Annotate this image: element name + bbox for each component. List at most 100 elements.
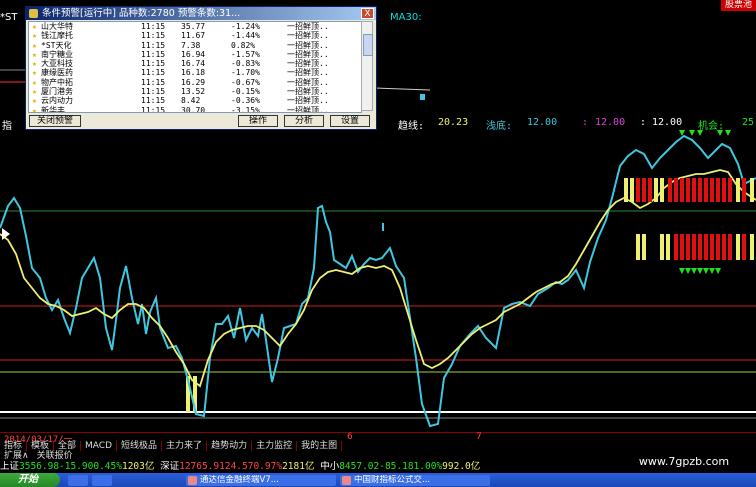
alert-list-scrollbar[interactable]: [361, 21, 373, 111]
alert-price: 30.70: [181, 105, 206, 113]
alert-time: 11:15: [141, 77, 166, 87]
alert-pct: -0.83%: [231, 59, 260, 69]
analyze-button[interactable]: 分析: [284, 115, 324, 127]
bottom-signal-bar: [704, 234, 708, 260]
quicklaunch-ie-icon[interactable]: [68, 475, 88, 486]
alert-name: 新华丰: [41, 105, 65, 113]
indicator-tab[interactable]: 主力监控: [252, 441, 298, 451]
bottom-signal-bar: [728, 234, 732, 260]
alert-note: 一招鲜顶..: [287, 96, 329, 106]
alert-note: 一招鲜顶..: [287, 22, 329, 31]
top-signal-bar: [698, 178, 702, 202]
indicator-tab[interactable]: MACD: [81, 441, 118, 451]
extension-tab[interactable]: 扩展∧: [0, 451, 33, 461]
indicator-tab[interactable]: 全部: [54, 441, 82, 451]
alert-row[interactable]: ★ 厦门港务 11:15 13.52 -0.15% 一招鲜顶..: [29, 87, 361, 96]
settings-button[interactable]: 设置: [330, 115, 370, 127]
top-signal-bar: [674, 178, 678, 202]
bottom-signal-bar: [736, 234, 740, 260]
quicklaunch-app-icon[interactable]: [92, 475, 112, 486]
start-button[interactable]: 开始: [0, 473, 60, 487]
alert-row[interactable]: ★ 云内动力 11:15 8.42 -0.36% 一招鲜顶..: [29, 96, 361, 105]
bottom-signal-bar: [722, 234, 726, 260]
alert-time: 11:15: [141, 31, 166, 41]
alert-price: 16.94: [181, 49, 206, 59]
indicator-tab[interactable]: 短线极品: [117, 441, 163, 451]
star-icon: ★: [32, 68, 37, 78]
alert-price: 16.18: [181, 68, 206, 78]
indicator-tab[interactable]: 指标: [0, 441, 28, 451]
bottom-signal-bar: [666, 234, 670, 260]
yellow-indicator-line: [0, 169, 756, 388]
star-icon: ★: [32, 22, 37, 31]
alert-row[interactable]: ★ 南宁糖业 11:15 16.94 -1.57% 一招鲜顶..: [29, 50, 361, 59]
buy-arrow-icon: [697, 130, 703, 136]
top-signal-bar: [750, 178, 754, 202]
alert-row[interactable]: ★ 康缘医药 11:15 16.18 -1.70% 一招鲜顶..: [29, 68, 361, 77]
buy-arrow-icon: [691, 268, 697, 274]
trend-value: 20.23: [438, 117, 469, 128]
indicator-tab[interactable]: 主力来了: [162, 441, 208, 451]
alert-time: 11:15: [141, 105, 166, 113]
top-signal-bar: [668, 178, 672, 202]
bottom-signal-bar: [674, 234, 678, 260]
buy-arrow-icon: [715, 268, 721, 274]
indicator-chart[interactable]: [0, 128, 756, 432]
star-icon: ★: [32, 59, 37, 69]
indicator-value-3: 12.00: [652, 117, 683, 128]
alert-time: 11:15: [141, 59, 166, 69]
top-signal-bar: [686, 178, 690, 202]
chance-value: 25: [742, 117, 755, 128]
operate-button[interactable]: 操作: [238, 115, 278, 127]
indicator-tab-bar: 指标 模板 全部 MACD 短线极品 主力来了 趋势动力 主力监控 我的主图: [0, 441, 343, 451]
condition-alert-window[interactable]: 条件预警[运行中] 品种数:2780 预警条数:31... X ★ 山大华特 11:…: [25, 6, 377, 130]
alert-list[interactable]: ★ 山大华特 11:15 35.77 -1.24% 一招鲜顶.. ★ 钱江摩托 11:15 11.…: [28, 21, 362, 113]
alert-time: 11:15: [141, 87, 166, 97]
top-signal-bar: [630, 178, 634, 202]
zx-amount: 992.0亿: [442, 461, 481, 472]
main-chart-candle: [420, 94, 425, 100]
indicator-tab[interactable]: 趋势动力: [207, 441, 253, 451]
alert-note: 一招鲜顶..: [287, 40, 329, 50]
bottom-signal-bar: [642, 234, 646, 260]
close-icon[interactable]: X: [361, 8, 374, 19]
scrollbar-thumb[interactable]: [363, 34, 373, 56]
alert-pct: -1.24%: [231, 22, 260, 31]
alert-name: 厦门港务: [41, 87, 73, 97]
bottom-signal-bar: [680, 234, 684, 260]
alert-name: 康缘医药: [41, 68, 73, 78]
taskbar-item-tdx[interactable]: 通达信金融终端V7...: [186, 475, 336, 486]
stock-pool-button[interactable]: 股票池: [720, 0, 756, 11]
star-icon: ★: [32, 96, 37, 106]
alert-note: 一招鲜顶..: [287, 87, 329, 97]
alert-row[interactable]: ★ 物产中拓 11:15 16.29 -0.67% 一招鲜顶..: [29, 78, 361, 87]
extension-tab[interactable]: 关联报价: [33, 451, 77, 461]
tdx-app-icon: [188, 476, 197, 485]
indicator-tab[interactable]: 我的主图: [297, 441, 343, 451]
alert-price: 13.52: [181, 87, 206, 97]
alert-row[interactable]: ★ 山大华特 11:15 35.77 -1.24% 一招鲜顶..: [29, 22, 361, 31]
index-status-bar: 上证3556.98-15.900.45%1203亿 深证12765.9124.5…: [0, 461, 612, 473]
bottom-signal-bar: [710, 234, 714, 260]
bottom-signal-bar: [636, 234, 640, 260]
alert-price: 7.38: [181, 40, 201, 50]
axis-tick-7: 7: [476, 432, 482, 442]
main-chart-line: [374, 87, 431, 91]
alert-time: 11:15: [141, 49, 166, 59]
axis-tick-6: 6: [347, 432, 353, 442]
alert-row[interactable]: ★ 新华丰 11:15 30.70 -3.15% 一招鲜顶..: [29, 105, 361, 113]
star-icon: ★: [32, 31, 37, 41]
indicator-tab[interactable]: 模板: [27, 441, 55, 451]
buy-arrow-icon: [697, 268, 703, 274]
alert-title-bar[interactable]: 条件预警[运行中] 品种数:2780 预警条数:31...: [26, 7, 376, 20]
top-signal-bar: [680, 178, 684, 202]
top-signal-bar: [642, 178, 646, 202]
buy-arrow-icon: [703, 268, 709, 274]
alert-row[interactable]: ★ 钱江摩托 11:15 11.67 -1.44% 一招鲜顶..: [29, 31, 361, 40]
taskbar-item-formula[interactable]: 中国财指标公式交...: [340, 475, 490, 486]
bottom-signal-bar: [660, 234, 664, 260]
alert-row[interactable]: ★ *ST天化 11:15 7.38 0.82% 一招鲜顶..: [29, 41, 361, 50]
close-alert-button[interactable]: 关闭预警: [29, 115, 81, 127]
buy-arrow-icon: [689, 130, 695, 136]
alert-price: 16.29: [181, 77, 206, 87]
